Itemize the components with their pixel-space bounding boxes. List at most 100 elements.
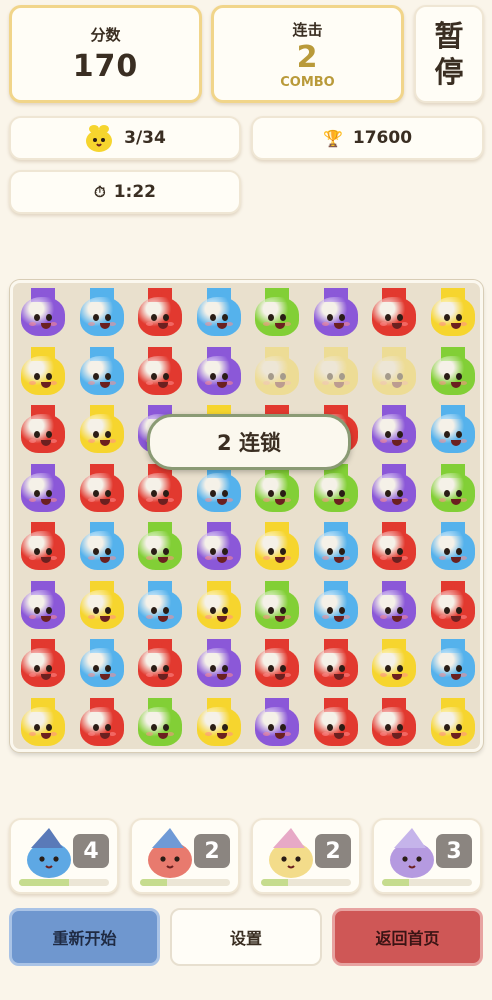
target-score-text: 17600 — [352, 128, 413, 148]
collect-progress-text: 3/34 — [124, 128, 166, 148]
wizard-slime-powerup[interactable]: 4 — [9, 818, 119, 894]
blue-slime-tile[interactable] — [194, 463, 244, 514]
purple-slime-tile[interactable] — [369, 463, 419, 514]
score-value: 170 — [72, 49, 139, 84]
purple-slime-tile[interactable] — [311, 288, 361, 338]
chain-popup: 2 连锁 — [147, 414, 351, 470]
purple-slime-tile[interactable] — [194, 346, 244, 397]
restart-button[interactable]: 重新开始 — [9, 908, 160, 966]
red-slime-tile[interactable] — [18, 522, 68, 572]
blue-slime-tile[interactable] — [428, 639, 478, 689]
score-label: 分数 — [90, 26, 121, 44]
target-score: 🏆 17600 — [251, 116, 484, 160]
purple-slime-tile[interactable] — [18, 580, 68, 631]
yellow-slime-tile[interactable] — [369, 346, 419, 397]
blue-slime-tile[interactable] — [77, 522, 127, 572]
yellow-slime-tile[interactable] — [18, 346, 68, 397]
combo-label: 连击 — [292, 20, 323, 39]
red-slime-tile[interactable] — [18, 639, 68, 689]
red-slime-tile[interactable] — [428, 580, 478, 631]
blue-slime-tile[interactable] — [77, 288, 127, 338]
blue-slime-tile[interactable] — [77, 639, 127, 689]
yellow-slime-tile[interactable] — [369, 639, 419, 689]
red-slime-tile[interactable] — [311, 697, 361, 748]
sleepy-slime-count: 3 — [436, 834, 472, 868]
sleepy-slime-powerup[interactable]: 3 — [372, 818, 482, 894]
rainbow-slime-icon — [263, 826, 319, 880]
sleepy-slime-charge-bar — [382, 879, 472, 886]
purple-slime-tile[interactable] — [369, 580, 419, 631]
green-slime-tile[interactable] — [252, 288, 302, 338]
cap-slime-count: 2 — [194, 834, 230, 868]
rainbow-slime-powerup[interactable]: 2 — [251, 818, 361, 894]
settings-label: 设置 — [229, 929, 262, 948]
yellow-slime-tile[interactable] — [311, 346, 361, 397]
green-slime-tile[interactable] — [252, 463, 302, 514]
red-slime-tile[interactable] — [135, 639, 185, 689]
blue-slime-tile[interactable] — [135, 580, 185, 631]
red-slime-tile[interactable] — [77, 463, 127, 514]
wizard-slime-icon — [21, 826, 77, 880]
red-slime-tile[interactable] — [135, 463, 185, 514]
red-slime-tile[interactable] — [369, 697, 419, 748]
yellow-slime-icon — [84, 123, 114, 153]
yellow-slime-tile[interactable] — [18, 697, 68, 748]
red-slime-tile[interactable] — [369, 288, 419, 338]
red-slime-tile[interactable] — [369, 522, 419, 572]
score-panel: 分数 170 — [9, 5, 202, 103]
timer-text: 1:22 — [113, 182, 156, 202]
trophy-icon: 🏆 — [322, 128, 343, 148]
green-slime-tile[interactable] — [135, 522, 185, 572]
home-label: 返回首页 — [375, 929, 440, 948]
cap-slime-charge-bar — [140, 879, 230, 886]
red-slime-tile[interactable] — [18, 405, 68, 455]
purple-slime-tile[interactable] — [194, 639, 244, 689]
yellow-slime-tile[interactable] — [428, 288, 478, 338]
wizard-slime-count: 4 — [73, 834, 109, 868]
cap-slime-powerup[interactable]: 2 — [130, 818, 240, 894]
blue-slime-tile[interactable] — [194, 288, 244, 338]
restart-label: 重新开始 — [52, 929, 117, 948]
pause-button[interactable]: 暂停 — [414, 5, 484, 103]
green-slime-tile[interactable] — [252, 580, 302, 631]
purple-slime-tile[interactable] — [18, 463, 68, 514]
timer: ⏱ 1:22 — [9, 170, 241, 214]
red-slime-tile[interactable] — [311, 639, 361, 689]
green-slime-tile[interactable] — [135, 697, 185, 748]
red-slime-tile[interactable] — [135, 288, 185, 338]
sleepy-slime-icon — [384, 826, 440, 880]
collect-progress: 3/34 — [9, 116, 241, 160]
purple-slime-tile[interactable] — [18, 288, 68, 338]
home-button[interactable]: 返回首页 — [332, 908, 483, 966]
red-slime-tile[interactable] — [252, 639, 302, 689]
yellow-slime-tile[interactable] — [77, 580, 127, 631]
green-slime-tile[interactable] — [428, 463, 478, 514]
yellow-slime-tile[interactable] — [77, 405, 127, 455]
blue-slime-tile[interactable] — [428, 405, 478, 455]
combo-value: 2 — [296, 39, 319, 75]
combo-sub: COMBO — [280, 74, 335, 90]
blue-slime-tile[interactable] — [428, 522, 478, 572]
yellow-slime-tile[interactable] — [194, 580, 244, 631]
purple-slime-tile[interactable] — [369, 405, 419, 455]
purple-slime-tile[interactable] — [194, 522, 244, 572]
yellow-slime-tile[interactable] — [428, 697, 478, 748]
combo-panel: 连击 2 COMBO — [211, 5, 404, 103]
cap-slime-icon — [142, 826, 198, 880]
yellow-slime-tile[interactable] — [252, 522, 302, 572]
blue-slime-tile[interactable] — [77, 346, 127, 397]
yellow-slime-tile[interactable] — [252, 346, 302, 397]
green-slime-tile[interactable] — [428, 346, 478, 397]
blue-slime-tile[interactable] — [311, 522, 361, 572]
red-slime-tile[interactable] — [135, 346, 185, 397]
stopwatch-icon: ⏱ — [94, 183, 106, 201]
green-slime-tile[interactable] — [311, 463, 361, 514]
settings-button[interactable]: 设置 — [170, 908, 322, 966]
rainbow-slime-charge-bar — [261, 879, 351, 886]
wizard-slime-charge-bar — [19, 879, 109, 886]
yellow-slime-tile[interactable] — [194, 697, 244, 748]
purple-slime-tile[interactable] — [252, 697, 302, 748]
game-board[interactable] — [10, 280, 483, 752]
red-slime-tile[interactable] — [77, 697, 127, 748]
blue-slime-tile[interactable] — [311, 580, 361, 631]
